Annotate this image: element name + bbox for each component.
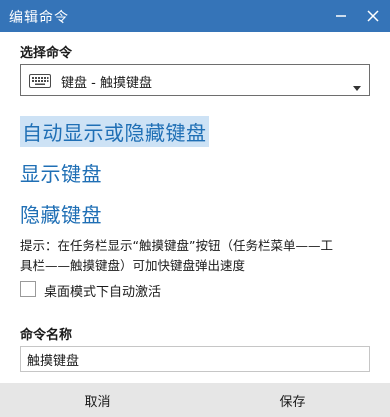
title-bar: 编辑命令	[0, 0, 390, 32]
window-title: 编辑命令	[9, 10, 69, 26]
command-name-input[interactable]	[20, 346, 370, 372]
footer-bar: 取消 保存	[0, 383, 390, 417]
minimize-icon	[335, 10, 347, 22]
command-select-value: 键盘 - 触摸键盘	[61, 76, 152, 91]
command-select[interactable]: 键盘 - 触摸键盘	[20, 64, 370, 96]
tip-line-2: 具栏——触摸键盘）可加快键盘弹出速度	[20, 258, 246, 273]
command-section-label: 选择命令	[20, 46, 73, 61]
cancel-button[interactable]: 取消	[0, 383, 195, 417]
minimize-button[interactable]	[326, 0, 356, 32]
name-section-label: 命令名称	[20, 328, 73, 343]
close-icon	[367, 10, 379, 22]
option-hide-keyboard[interactable]: 隐藏键盘	[20, 199, 102, 228]
option-show-keyboard[interactable]: 显示键盘	[20, 158, 102, 187]
chevron-down-icon	[353, 77, 361, 96]
save-button[interactable]: 保存	[195, 383, 390, 417]
desktop-auto-activate-label: 桌面模式下自动激活	[44, 285, 162, 300]
tip-line-1: 提示：在任务栏显示“触摸键盘”按钮（任务栏菜单——工	[20, 238, 333, 253]
close-button[interactable]	[358, 0, 388, 32]
desktop-auto-activate-checkbox[interactable]	[20, 281, 36, 297]
tip-text: 提示：在任务栏显示“触摸键盘”按钮（任务栏菜单——工 具栏——触摸键盘）可加快键…	[20, 236, 375, 276]
keyboard-icon	[29, 73, 51, 92]
option-auto-toggle-keyboard[interactable]: 自动显示或隐藏键盘	[20, 116, 209, 147]
